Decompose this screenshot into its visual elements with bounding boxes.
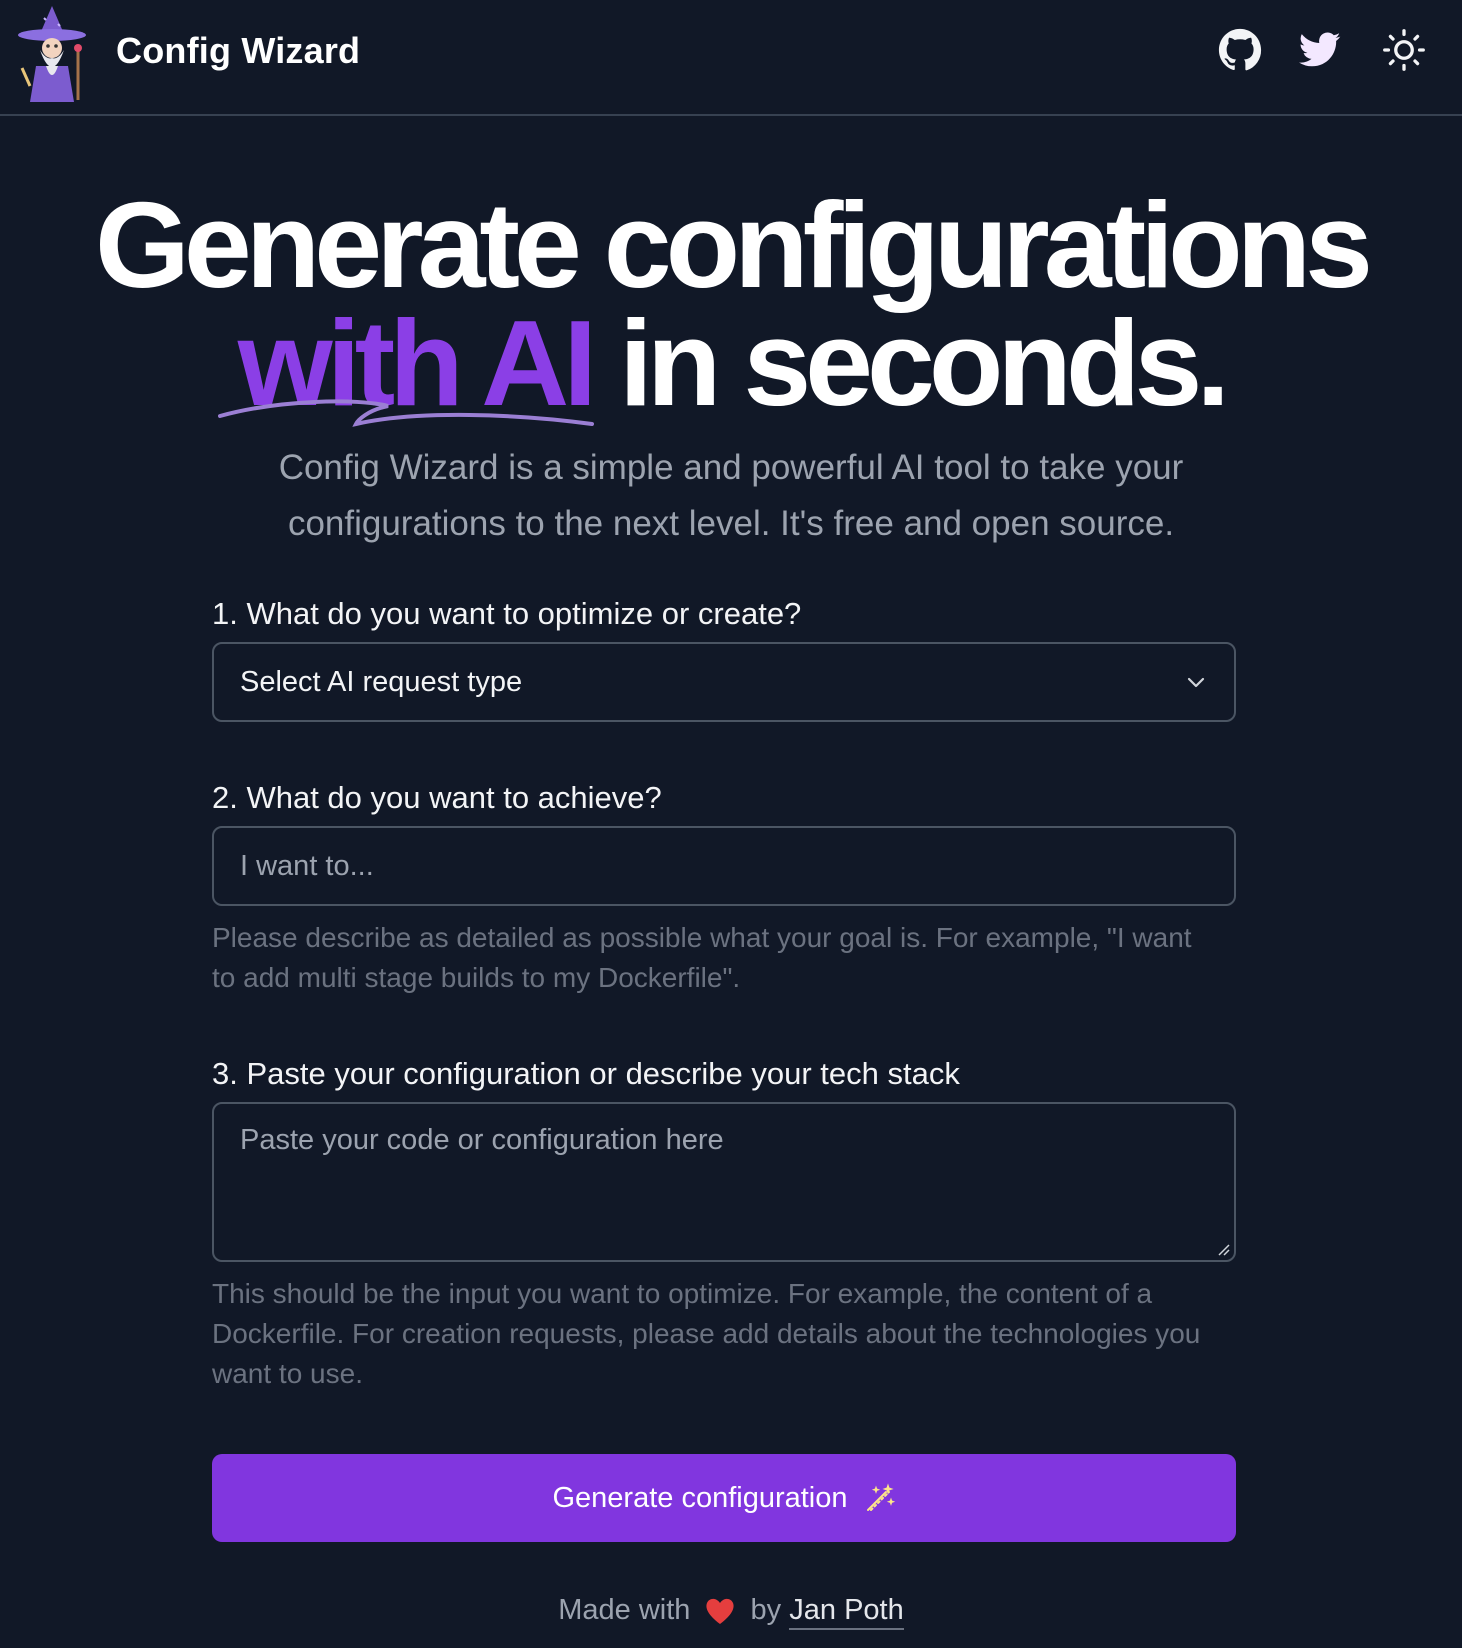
magic-wand-icon <box>866 1483 895 1511</box>
question-1-label: 1. What do you want to optimize or creat… <box>212 596 802 631</box>
sun-icon[interactable] <box>1380 26 1428 74</box>
hero-subtitle: Config Wizard is a simple and powerful A… <box>278 448 1184 543</box>
generate-configuration-button[interactable]: Generate configuration <box>212 1454 1236 1542</box>
goal-input[interactable] <box>214 828 1234 904</box>
github-icon[interactable] <box>1216 26 1264 74</box>
hero-title-line-1: Generate configurations <box>94 177 1373 313</box>
question-2-label: 2. What do you want to achieve? <box>212 780 662 815</box>
hero-underline-squiggle <box>218 399 594 427</box>
hero-rest-text: in seconds. <box>591 295 1230 431</box>
twitter-icon[interactable] <box>1296 26 1344 74</box>
top-header: Config Wizard <box>0 0 1462 116</box>
configuration-textarea-wrapper <box>212 1102 1236 1262</box>
goal-help-text: Please describe as detailed as possible … <box>212 922 1192 993</box>
question-3-label: 3. Paste your configuration or describe … <box>212 1056 960 1091</box>
chevron-down-icon <box>1187 677 1205 688</box>
heart-icon <box>706 1599 735 1625</box>
configuration-textarea[interactable] <box>214 1104 1234 1260</box>
generate-button-label: Generate configuration <box>552 1481 848 1514</box>
resize-handle-icon[interactable] <box>1216 1242 1230 1256</box>
request-type-select[interactable]: Select AI request type <box>212 642 1236 722</box>
configuration-help-text: This should be the input you want to opt… <box>212 1278 1201 1389</box>
request-type-select-value: Select AI request type <box>240 666 523 698</box>
goal-input-wrapper <box>212 826 1236 906</box>
wizard-logo[interactable] <box>14 4 90 104</box>
footer: Made with by Jan Poth <box>0 1594 1462 1630</box>
footer-made-with: Made with <box>558 1594 691 1626</box>
app-title[interactable]: Config Wizard <box>116 30 360 72</box>
author-link[interactable]: Jan Poth <box>789 1594 904 1630</box>
footer-by: by <box>750 1594 782 1626</box>
